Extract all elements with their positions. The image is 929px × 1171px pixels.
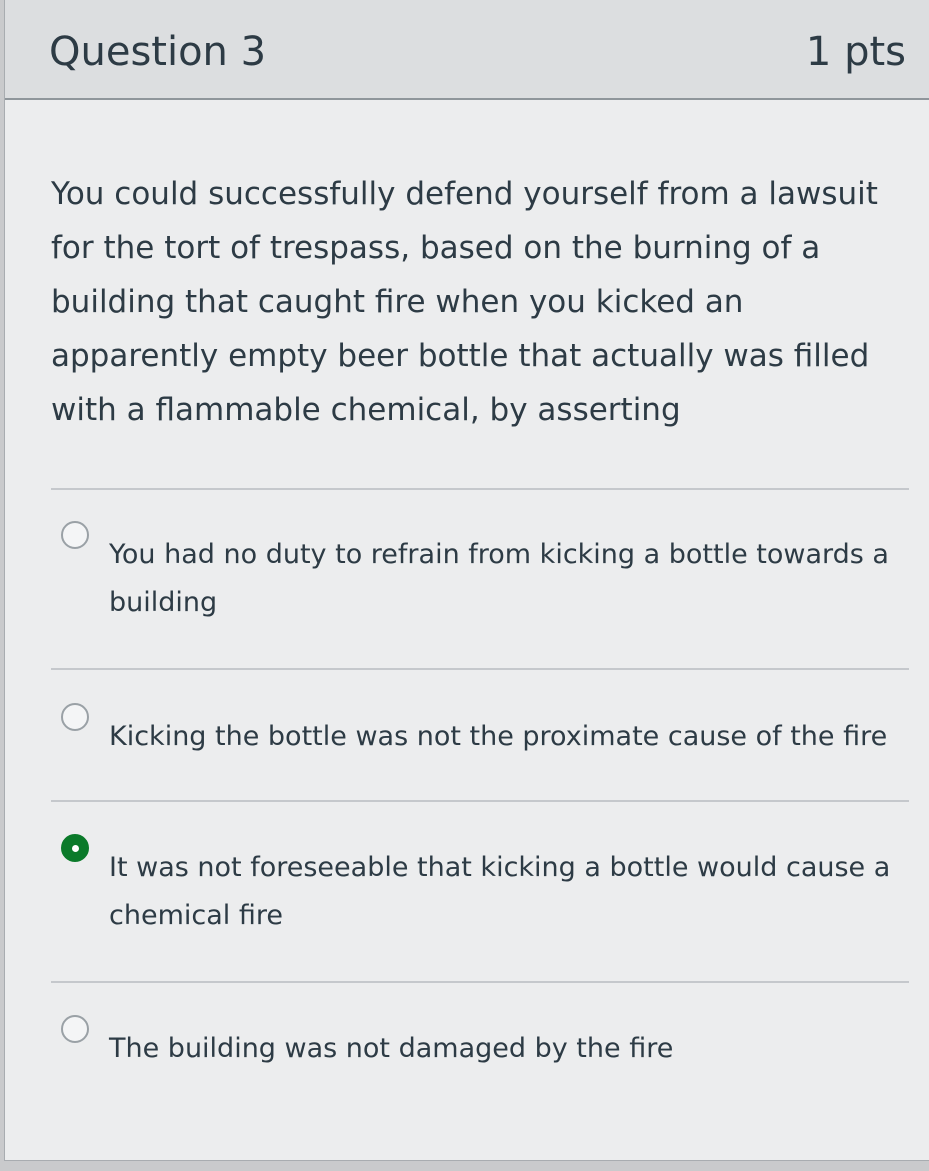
question-divider bbox=[51, 488, 909, 490]
radio-button-icon[interactable] bbox=[61, 521, 89, 549]
question-points: 1 pts bbox=[805, 29, 906, 75]
quiz-question-card: Question 3 1 pts You could successfully … bbox=[4, 0, 929, 1161]
radio-button-icon[interactable] bbox=[61, 703, 89, 731]
question-title: Question 3 bbox=[49, 29, 267, 75]
answer-divider bbox=[51, 800, 909, 802]
question-text: You could successfully defend yourself f… bbox=[51, 176, 878, 428]
answer-label: It was not foreseeable that kicking a bo… bbox=[109, 852, 891, 931]
answer-divider bbox=[51, 981, 909, 983]
answer-label: Kicking the bottle was not the proximate… bbox=[109, 721, 888, 752]
answer-label: The building was not damaged by the fire bbox=[109, 1033, 674, 1064]
question-header: Question 3 1 pts bbox=[5, 0, 929, 100]
answer-label: You had no duty to refrain from kicking … bbox=[109, 539, 889, 618]
selected-radio-button-icon[interactable] bbox=[61, 834, 89, 862]
answer-divider bbox=[51, 668, 909, 670]
radio-button-icon[interactable] bbox=[61, 1015, 89, 1043]
